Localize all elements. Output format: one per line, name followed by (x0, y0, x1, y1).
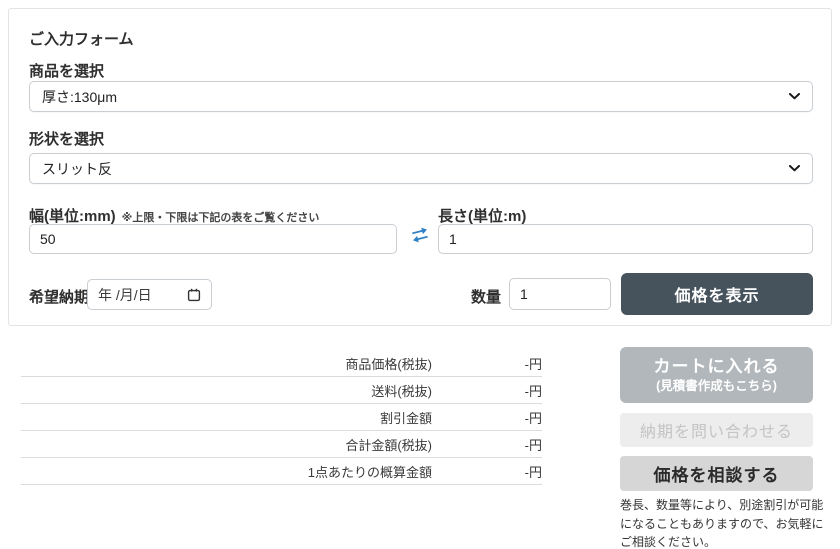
price-row-label: 商品価格(税抜) (21, 354, 432, 373)
price-summary-table: 商品価格(税抜) -円 送料(税抜) -円 割引金額 -円 合計金額(税抜) -… (21, 350, 542, 485)
shape-select[interactable]: スリット反 (29, 153, 813, 184)
chevron-down-icon (789, 165, 800, 172)
price-row-value: -円 (432, 408, 542, 427)
shape-select-label: 形状を選択 (29, 128, 104, 149)
table-row: 送料(税抜) -円 (21, 377, 542, 404)
discount-note: 巻長、数量等により、別途割引が可能になることもありますので、お気軽にご相談くださ… (620, 496, 828, 549)
swap-arrows-icon (408, 225, 432, 245)
price-row-label: 割引金額 (21, 408, 432, 427)
product-select[interactable]: 厚さ:130μm (29, 81, 813, 112)
price-row-label: 送料(税抜) (21, 381, 432, 400)
price-row-label: 合計金額(税抜) (21, 435, 432, 454)
product-select-label: 商品を選択 (29, 60, 104, 81)
add-to-cart-label: カートに入れる (654, 356, 780, 378)
consult-price-button[interactable]: 価格を相談する (620, 456, 813, 491)
width-field-label: 幅(単位:mm) (29, 205, 116, 226)
table-row: 割引金額 -円 (21, 404, 542, 431)
price-row-label: 1点あたりの概算金額 (21, 462, 432, 481)
width-field-note: ※上限・下限は下記の表をご覧ください (122, 209, 320, 225)
quantity-input[interactable] (509, 278, 611, 310)
price-row-value: -円 (432, 381, 542, 400)
price-row-value: -円 (432, 354, 542, 373)
input-form-card: ご入力フォーム 商品を選択 厚さ:130μm 形状を選択 スリット反 幅(単位:… (8, 8, 832, 326)
quote-page: ご入力フォーム 商品を選択 厚さ:130μm 形状を選択 スリット反 幅(単位:… (0, 0, 840, 549)
form-title: ご入力フォーム (29, 28, 134, 49)
length-field-label: 長さ(単位:m) (438, 205, 526, 226)
price-row-value: -円 (432, 435, 542, 454)
delivery-date-input[interactable]: 年 /月/日 (87, 279, 212, 310)
add-to-cart-sublabel: (見積書作成もこちら) (656, 378, 777, 394)
length-input[interactable] (438, 224, 813, 254)
ask-delivery-button[interactable]: 納期を問い合わせる (620, 413, 813, 447)
delivery-date-label: 希望納期 (29, 286, 89, 307)
show-price-button[interactable]: 価格を表示 (621, 273, 813, 315)
table-row: 1点あたりの概算金額 -円 (21, 458, 542, 485)
price-row-value: -円 (432, 462, 542, 481)
width-input[interactable] (29, 224, 397, 254)
add-to-cart-button[interactable]: カートに入れる (見積書作成もこちら) (620, 347, 813, 403)
delivery-date-placeholder: 年 /月/日 (98, 285, 152, 305)
product-select-value: 厚さ:130μm (42, 87, 117, 107)
chevron-down-icon (789, 93, 800, 100)
table-row: 合計金額(税抜) -円 (21, 431, 542, 458)
quantity-label: 数量 (471, 286, 501, 307)
shape-select-value: スリット反 (42, 159, 112, 179)
calendar-icon[interactable] (187, 288, 201, 302)
table-row: 商品価格(税抜) -円 (21, 350, 542, 377)
